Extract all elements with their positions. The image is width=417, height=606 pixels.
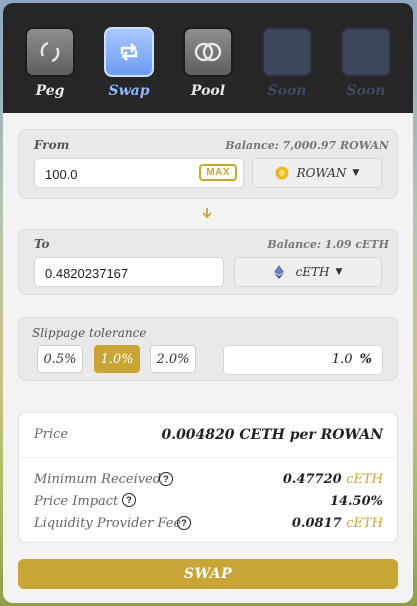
help-icon[interactable]: ? [122,493,136,507]
nav-item-swap[interactable]: Swap [102,27,156,99]
nav-label-soon-1: Soon [267,83,307,99]
nav-label-soon-2: Soon [346,83,386,99]
help-icon[interactable]: ? [177,516,191,530]
pool-icon [194,42,222,62]
swap-icon [120,43,138,61]
to-balance: Balance: 1.09 cETH [267,238,389,251]
slippage-option-2-0[interactable]: 2.0% [150,345,196,373]
min-received-value-row: 0.47720 cETH [283,472,383,487]
nav-item-peg[interactable]: Peg [23,27,77,99]
soon-button-1 [262,27,312,77]
from-panel: From Balance: 7,000.97 ROWAN 100.0 MAX R… [18,129,398,199]
slippage-custom-unit: % [359,352,372,367]
min-received-label: Minimum Received [34,472,162,487]
from-token-label: ROWAN [296,166,347,180]
slippage-option-0-5[interactable]: 0.5% [37,345,83,373]
nav-item-soon-2: Soon [339,27,393,99]
peg-icon [40,41,60,63]
soon-button-2 [341,27,391,77]
nav-label-swap: Swap [108,83,150,99]
nav-item-soon-1: Soon [260,27,314,99]
to-panel: To Balance: 1.09 cETH 0.4820237167 cETH … [18,229,398,295]
price-label: Price [34,427,69,442]
slippage-panel: Slippage tolerance 0.5% 1.0% 2.0% 1.0 % [18,317,398,381]
from-balance: Balance: 7,000.97 ROWAN [225,139,389,152]
to-label: To [34,237,50,251]
lp-fee-unit: cETH [346,516,383,531]
min-received-unit: cETH [346,472,383,487]
top-nav: Peg Swap Pool Soon Soon [3,3,413,113]
nav-label-pool: Pool [190,83,226,99]
lp-fee-value-row: 0.0817 cETH [292,516,383,531]
to-token-label: cETH [295,265,330,279]
chevron-down-icon: ▼ [352,168,360,178]
to-amount-value: 0.4820237167 [45,266,129,281]
slippage-option-1-0[interactable]: 1.0% [94,345,140,373]
from-token-select[interactable]: ROWAN ▼ [252,158,382,188]
help-icon[interactable]: ? [159,472,173,486]
to-amount-input[interactable]: 0.4820237167 [34,257,224,287]
swap-tab-button[interactable] [104,27,154,77]
peg-button[interactable] [25,27,75,77]
divider [19,457,397,458]
details-panel: Price 0.004820 CETH per ROWAN Minimum Re… [18,412,398,543]
slippage-custom-input[interactable]: 1.0 % [223,345,383,375]
from-amount-value: 100.0 [45,167,78,182]
max-button[interactable]: MAX [199,164,237,181]
from-amount-input[interactable]: 100.0 MAX [34,158,244,188]
rowan-icon [275,166,289,180]
to-token-select[interactable]: cETH ▼ [234,257,382,287]
swap-button[interactable]: SWAP [18,559,398,589]
slippage-custom-value: 1.0 [331,352,353,367]
min-received-value: 0.47720 [282,472,342,487]
chevron-down-icon: ▼ [335,267,343,277]
swap-window: Peg Swap Pool Soon Soon From Balance: 7,… [3,3,413,603]
price-impact-value: 14.50% [329,494,383,509]
price-value: 0.004820 CETH per ROWAN [161,427,383,443]
nav-label-peg: Peg [35,83,65,99]
pool-button[interactable] [183,27,233,77]
lp-fee-label: Liquidity Provider Fee [34,516,182,531]
from-label: From [34,138,70,152]
nav-item-pool[interactable]: Pool [181,27,235,99]
eth-icon [273,265,284,279]
price-impact-label: Price Impact [34,494,119,509]
arrow-down-icon [202,208,212,219]
slippage-label: Slippage tolerance [32,326,147,340]
lp-fee-value: 0.0817 [291,516,342,531]
